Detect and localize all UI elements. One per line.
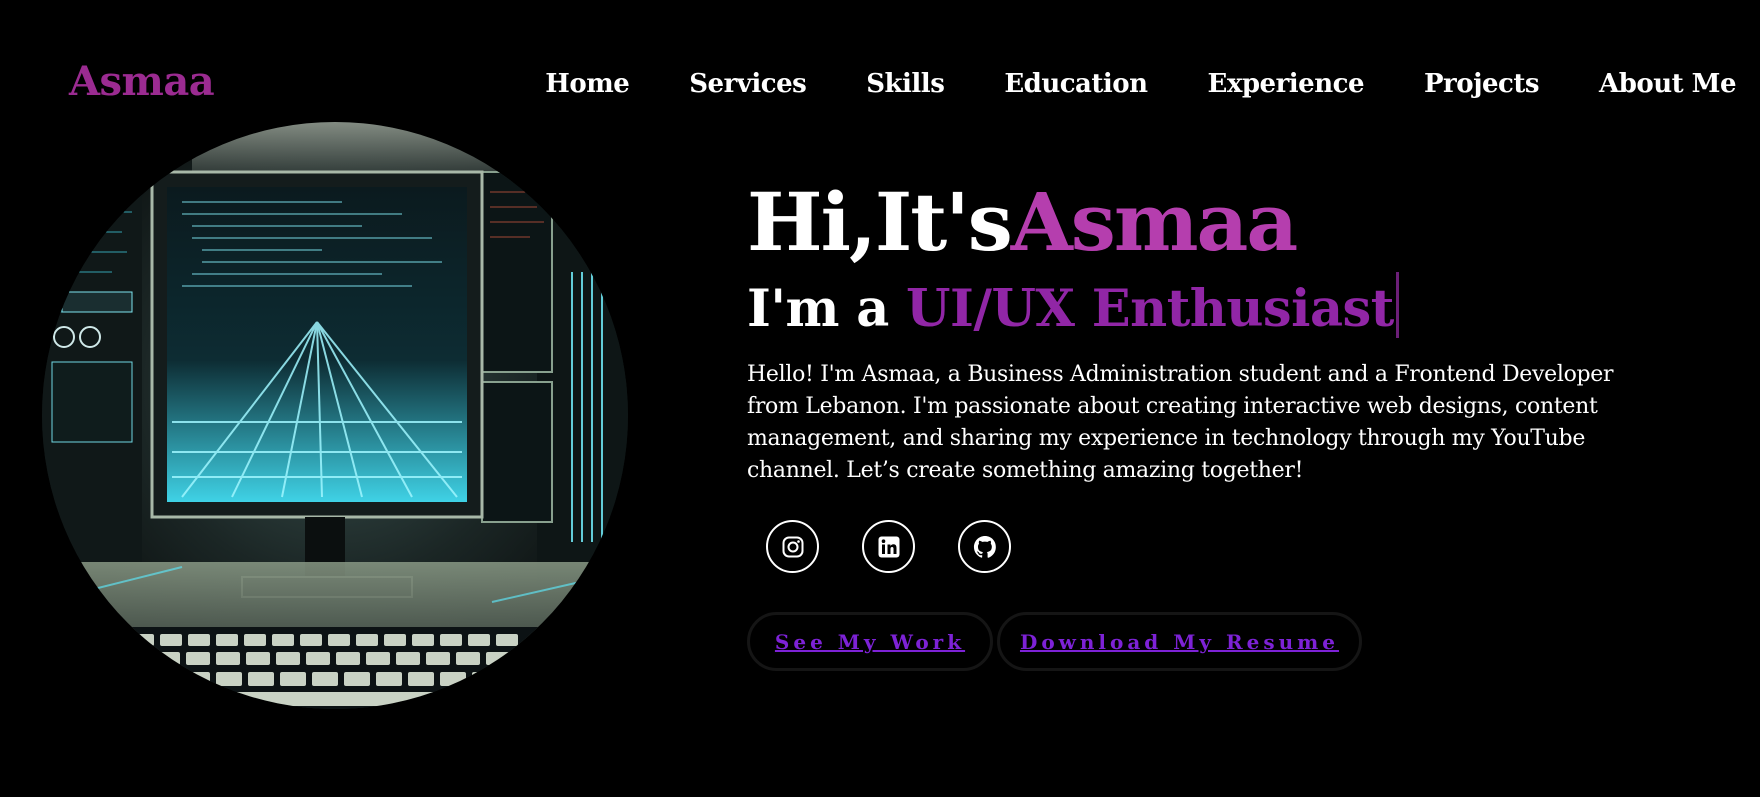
site-logo[interactable]: Asmaa [69, 58, 215, 105]
main-nav: Home Services Skills Education Experienc… [485, 64, 1736, 104]
instagram-icon [782, 536, 803, 557]
github-link[interactable] [958, 520, 1011, 573]
role-heading: I'm a UI/UX Enthusiast [747, 272, 1667, 345]
hero-text: Hi,It'sAsmaa I'm a UI/UX Enthusiast Hell… [747, 172, 1667, 487]
typing-cursor [1395, 272, 1399, 338]
computer-workstation-illustration [42, 122, 628, 709]
greeting-heading: Hi,It'sAsmaa [747, 172, 1667, 272]
social-links [766, 520, 1054, 573]
github-icon [973, 535, 996, 558]
nav-link-about-me[interactable]: About Me [1599, 64, 1736, 104]
nav-link-education[interactable]: Education [1004, 64, 1148, 104]
role-typed-text: UI/UX Enthusiast [906, 279, 1394, 339]
nav-link-projects[interactable]: Projects [1424, 64, 1540, 104]
download-resume-button[interactable]: Download My Resume [997, 612, 1362, 671]
nav-link-services[interactable]: Services [689, 64, 807, 104]
instagram-link[interactable] [766, 520, 819, 573]
nav-link-experience[interactable]: Experience [1208, 64, 1365, 104]
hero-image [42, 122, 628, 709]
greeting-prefix: Hi,It's [747, 175, 1013, 269]
linkedin-icon [878, 536, 899, 557]
bio-paragraph: Hello! I'm Asmaa, a Business Administrat… [747, 362, 1614, 483]
see-my-work-button[interactable]: See My Work [747, 612, 993, 671]
greeting-name: Asmaa [1010, 175, 1298, 269]
nav-link-home[interactable]: Home [545, 64, 629, 104]
role-prefix: I'm a [747, 279, 906, 339]
nav-link-skills[interactable]: Skills [866, 64, 945, 104]
linkedin-link[interactable] [862, 520, 915, 573]
cta-buttons: See My Work Download My Resume [747, 612, 1366, 671]
